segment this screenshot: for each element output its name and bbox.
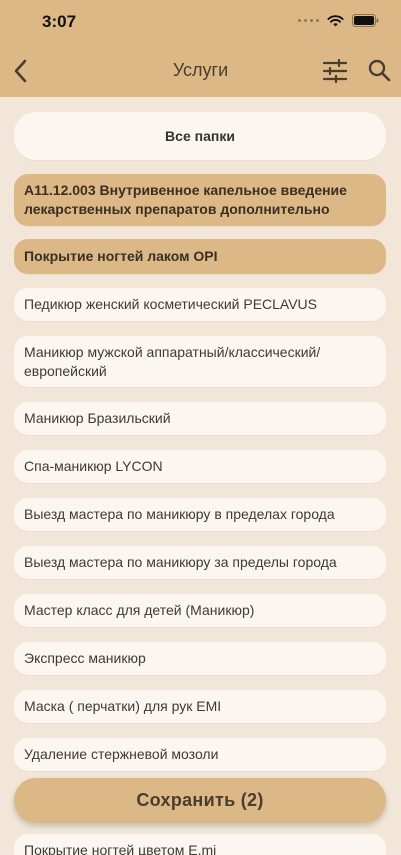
services-screen: 3:07 Услуги Все папки A11.12.003 Внутрив… [0,0,401,855]
service-item[interactable]: Выезд мастера по маникюру за пределы гор… [14,546,386,579]
save-button[interactable]: Сохранить (2) [14,778,386,823]
service-label: Маникюр Бразильский [24,410,171,426]
service-label: Покрытие ногтей цветом E.mi [24,842,217,855]
service-label: Покрытие ногтей лаком OPI [24,248,218,264]
search-icon[interactable] [367,58,391,82]
signal-dots-icon [298,19,319,22]
service-item[interactable]: Спа-маникюр LYCON [14,450,386,483]
service-label: Мастер класс для детей (Маникюр) [24,602,255,618]
service-item[interactable]: Удаление стержневой мозоли [14,738,386,771]
wifi-icon [327,14,344,26]
service-item-selected[interactable]: A11.12.003 Внутривенное капельное введен… [14,174,386,226]
status-time: 3:07 [42,12,77,31]
service-label: A11.12.003 Внутривенное капельное введен… [24,182,347,217]
service-item[interactable]: Маска ( перчатки) для рук EMI [14,690,386,723]
status-icons [298,14,379,27]
battery-icon [352,14,379,27]
service-label: Экспресс маникюр [24,650,146,666]
all-folders-button[interactable]: Все папки [14,112,386,160]
service-item[interactable]: Маникюр Бразильский [14,402,386,435]
header: 3:07 Услуги [0,0,401,97]
service-label: Удаление стержневой мозоли [24,746,219,762]
service-item[interactable]: Мастер класс для детей (Маникюр) [14,594,386,627]
service-label: Маска ( перчатки) для рук EMI [24,698,222,714]
service-item[interactable]: Маникюр мужской аппаратный/классический/… [14,336,386,387]
service-label: Спа-маникюр LYCON [24,458,163,474]
service-label: Выезд мастера по маникюру в пределах гор… [24,506,335,522]
service-label: Педикюр женский косметический PECLAVUS [24,296,318,312]
service-label: Маникюр мужской аппаратный/классический/… [24,343,321,379]
filter-sliders-icon[interactable] [322,59,348,83]
service-item[interactable]: Выезд мастера по маникюру в пределах гор… [14,498,386,531]
service-item[interactable]: Педикюр женский косметический PECLAVUS [14,288,386,321]
service-item-selected[interactable]: Покрытие ногтей лаком OPI [14,239,386,274]
service-item[interactable]: Экспресс маникюр [14,642,386,675]
service-label: Выезд мастера по маникюру за пределы гор… [24,554,337,570]
service-item[interactable]: Покрытие ногтей цветом E.mi [14,834,386,855]
